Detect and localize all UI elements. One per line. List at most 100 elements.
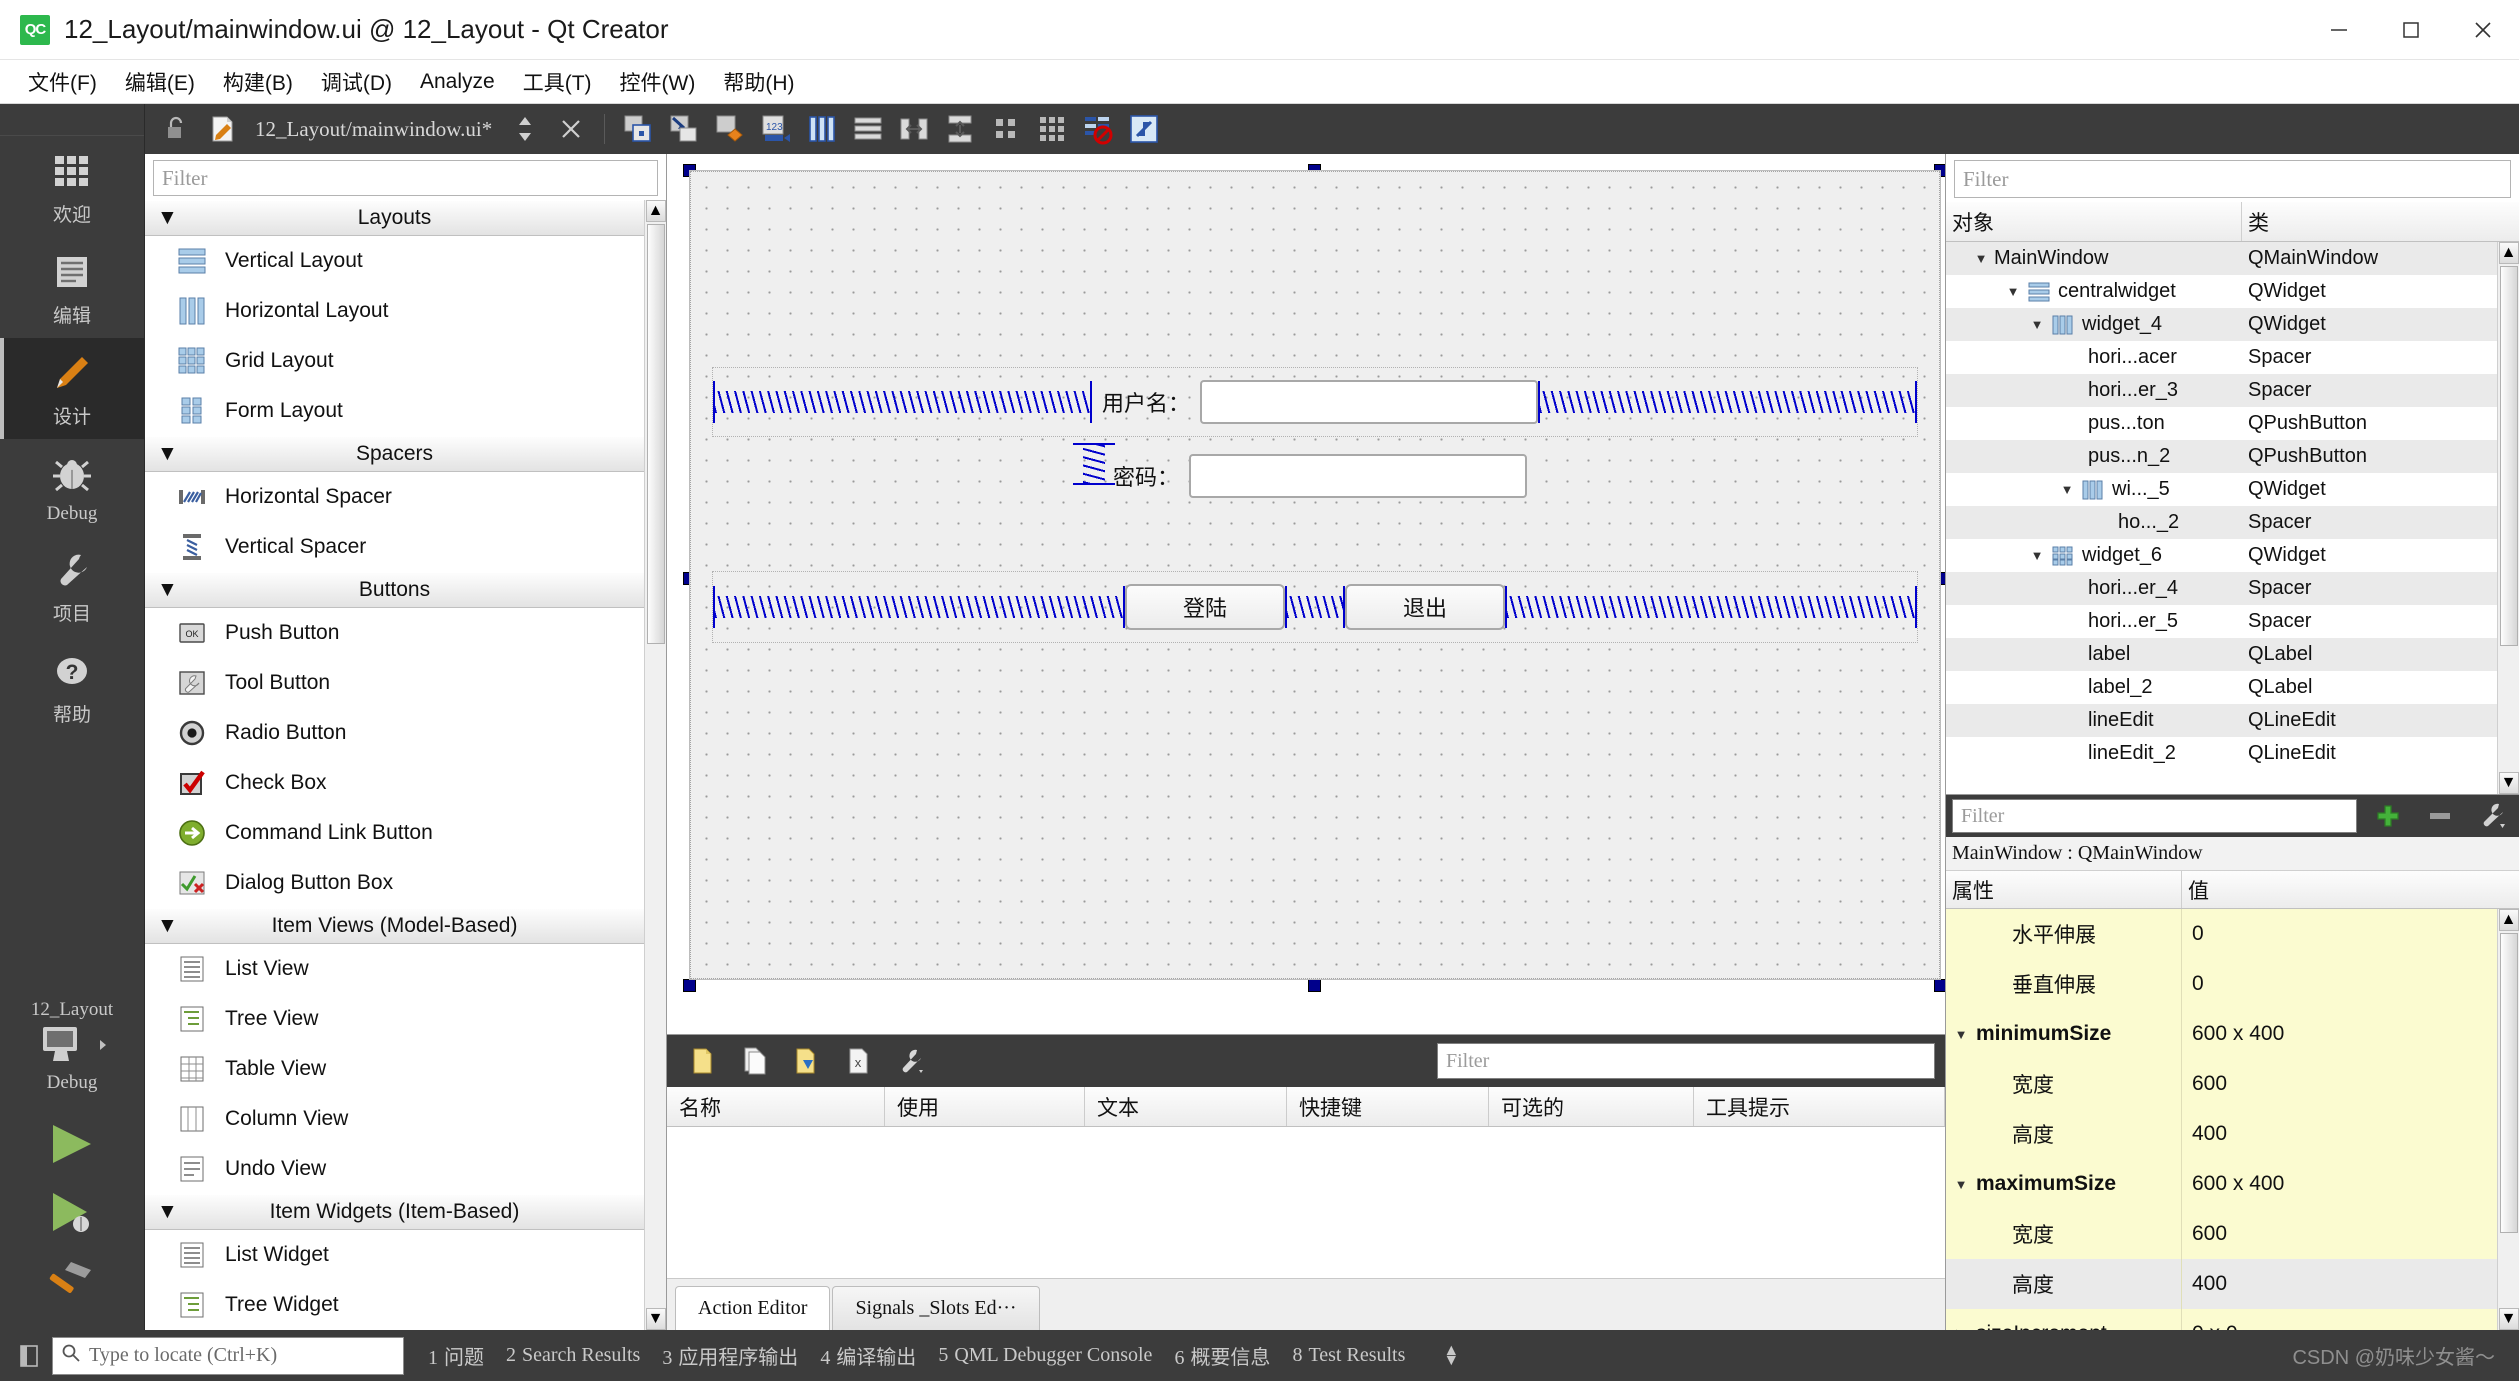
chevron-down-icon[interactable]: ▼ [1968,251,1994,266]
tab-action-editor[interactable]: Action Editor [675,1286,831,1330]
horizontal-spacer-left-buttons[interactable] [713,586,1125,628]
property-col-value[interactable]: 值 [2182,871,2519,908]
table-row[interactable]: lineEdit_2 QLineEdit [1946,737,2497,770]
property-value[interactable]: 600 x 400 [2182,1009,2497,1059]
selection-handle-br[interactable] [1934,979,1945,992]
widget-item-table-view[interactable]: Table View [145,1044,644,1094]
table-row[interactable]: ▼ maximumSize 600 x 400 [1946,1159,2497,1209]
new-action-icon[interactable] [681,1040,723,1082]
table-row[interactable]: 宽度 600 [1946,1209,2497,1259]
widget-item-tree-view[interactable]: Tree View [145,994,644,1044]
output-pane-updown-icon[interactable]: ▲ ▼ [1443,1342,1459,1368]
mode-item-debug[interactable]: Debug [0,439,145,535]
output-pane-compile-output[interactable]: 4 编译输出 [820,1341,916,1370]
copy-action-icon[interactable] [733,1040,775,1082]
close-document-icon[interactable] [550,108,592,150]
username-input[interactable] [1200,380,1539,424]
property-value[interactable]: 0 [2182,959,2497,1009]
property-editor-filter[interactable]: Filter [1952,799,2357,833]
scroll-down-icon[interactable]: ▼ [645,1308,666,1330]
table-row[interactable]: lineEdit QLineEdit [1946,704,2497,737]
edit-buddies-icon[interactable] [709,108,751,150]
table-row[interactable]: ▼ wi..._5 QWidget [1946,473,2497,506]
layout-grid-icon[interactable] [1031,108,1073,150]
scrollbar-thumb[interactable] [2499,933,2518,1233]
scroll-up-icon[interactable]: ▲ [2498,242,2519,264]
menu-build[interactable]: 构建(B) [209,63,307,101]
object-col-class[interactable]: 类 [2242,202,2519,241]
form-canvas[interactable]: 用户名： 密码： 登陆 退出 [667,154,1945,1034]
table-row[interactable]: label_2 QLabel [1946,671,2497,704]
widget-item-command-link-button[interactable]: Command Link Button [145,808,644,858]
widget-category-buttons[interactable]: ▼ Buttons [145,572,644,609]
output-pane-issues[interactable]: 1 问题 [428,1341,484,1370]
widget-item-list-widget[interactable]: List Widget [145,1230,644,1280]
menu-file[interactable]: 文件(F) [14,63,111,101]
debug-button[interactable] [0,1178,145,1246]
table-row[interactable]: 宽度 600 [1946,1059,2497,1109]
widget-box-filter[interactable]: Filter [153,160,658,197]
table-row[interactable]: hori...er_3 Spacer [1946,374,2497,407]
open-document-name[interactable]: 12_Layout/mainwindow.ui* [247,117,500,142]
mode-item-help[interactable]: ? 帮助 [0,636,145,737]
edit-signals-slots-icon[interactable] [663,108,705,150]
menu-help[interactable]: 帮助(H) [709,63,808,101]
plus-icon[interactable] [2367,795,2409,837]
delete-action-icon[interactable]: x [837,1040,879,1082]
configure-icon[interactable] [889,1040,931,1082]
table-row[interactable]: 高度 400 [1946,1109,2497,1159]
mode-item-edit[interactable]: 编辑 [0,237,145,338]
chevron-down-icon[interactable]: ▼ [2000,284,2026,299]
chevron-down-icon[interactable]: ▼ [1946,1177,1976,1192]
build-button[interactable] [0,1246,145,1314]
selection-handle-bc[interactable] [1308,979,1321,992]
object-inspector-filter[interactable]: Filter [1954,160,2511,198]
widget-category-spacers[interactable]: ▼ Spacers [145,436,644,473]
scrollbar-thumb[interactable] [2499,266,2518,646]
table-row[interactable]: ▼ widget_6 QWidget [1946,539,2497,572]
widget-item-tree-widget[interactable]: Tree Widget [145,1280,644,1330]
locator-input[interactable]: Type to locate (Ctrl+K) [52,1336,404,1375]
chevron-down-icon[interactable]: ▼ [1946,1027,1976,1042]
table-row[interactable]: ▼ centralwidget QWidget [1946,275,2497,308]
output-pane-search-results[interactable]: 2 Search Results [506,1344,640,1367]
widget-category-item-widgets[interactable]: ▼ Item Widgets (Item-Based) [145,1194,644,1231]
output-pane-qml-debugger-console[interactable]: 5 QML Debugger Console [938,1344,1152,1367]
property-value[interactable]: 400 [2182,1259,2497,1309]
action-editor-rows[interactable] [667,1127,1945,1278]
table-row[interactable]: label QLabel [1946,638,2497,671]
widget-item-dialog-button-box[interactable]: Dialog Button Box [145,858,644,908]
widget-category-layouts[interactable]: ▼ Layouts [145,200,644,237]
horizontal-spacer-right-buttons[interactable] [1505,586,1917,628]
widget-box-scrollbar[interactable]: ▲ ▼ [644,200,666,1330]
table-row[interactable]: pus...n_2 QPushButton [1946,440,2497,473]
widget-item-undo-view[interactable]: Undo View [145,1144,644,1194]
toggle-sidebar-icon[interactable] [14,1341,44,1371]
table-row[interactable]: hori...er_5 Spacer [1946,605,2497,638]
chevron-down-icon[interactable]: ▼ [2024,548,2050,563]
object-inspector-scrollbar[interactable]: ▲ ▼ [2497,242,2519,794]
property-value[interactable]: 0 [2182,909,2497,959]
property-editor-scrollbar[interactable]: ▲ ▼ [2497,909,2519,1330]
edit-widgets-icon[interactable] [617,108,659,150]
menu-tools[interactable]: 工具(T) [509,63,606,101]
chevron-down-icon[interactable]: ▼ [2054,482,2080,497]
layout-vertically-icon[interactable] [847,108,889,150]
property-value[interactable]: 400 [2182,1109,2497,1159]
password-input[interactable] [1189,454,1528,498]
selection-handle-bl[interactable] [683,979,696,992]
table-row[interactable]: ho..._2 Spacer [1946,506,2497,539]
property-value[interactable]: 600 [2182,1209,2497,1259]
menu-debug[interactable]: 调试(D) [307,63,406,101]
table-row[interactable]: hori...acer Spacer [1946,341,2497,374]
table-row[interactable]: ▼ widget_4 QWidget [1946,308,2497,341]
mode-item-projects[interactable]: 项目 [0,535,145,636]
widget-item-column-view[interactable]: Column View [145,1094,644,1144]
layout-form-icon[interactable] [985,108,1027,150]
run-button[interactable] [0,1110,145,1178]
horizontal-spacer-left-username[interactable] [713,381,1092,423]
tab-signals-slots-editor[interactable]: Signals _Slots Ed··· [832,1286,1040,1330]
widget-item-list-view[interactable]: List View [145,944,644,994]
mode-item-design[interactable]: 设计 [0,338,145,439]
action-col-text[interactable]: 文本 [1085,1087,1287,1126]
